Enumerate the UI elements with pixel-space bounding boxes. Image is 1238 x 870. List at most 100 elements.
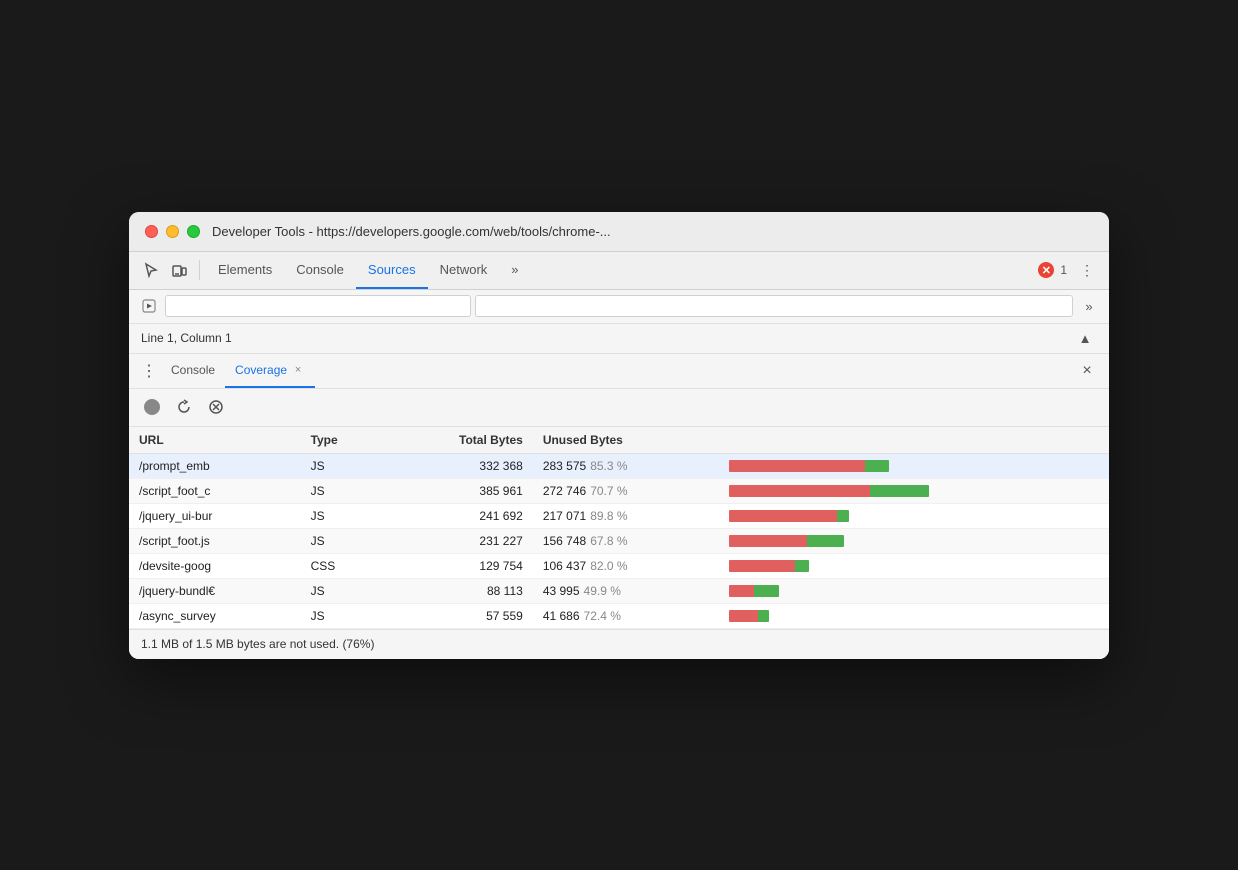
record-icon (144, 399, 160, 415)
table-row[interactable]: /jquery_ui-burJS241 692217 07189.8 % (129, 503, 1109, 528)
cell-unused-bytes: 283 57585.3 % (533, 453, 719, 478)
status-bar: Line 1, Column 1 ▲ (129, 324, 1109, 354)
unused-bar-segment (729, 460, 865, 472)
tab-network[interactable]: Network (428, 251, 500, 289)
used-bar-segment (865, 460, 889, 472)
usage-bar (729, 485, 929, 497)
window-title: Developer Tools - https://developers.goo… (212, 224, 611, 239)
devtools-tab-bar: Elements Console Sources Network » ✕ 1 ⋮ (129, 252, 1109, 290)
tab-more[interactable]: » (499, 251, 530, 289)
close-coverage-tab-button[interactable]: × (291, 363, 305, 377)
table-row[interactable]: /prompt_embJS332 368283 57585.3 % (129, 453, 1109, 478)
unused-bar-segment (729, 610, 758, 622)
devtools-window: Developer Tools - https://developers.goo… (129, 212, 1109, 659)
unused-bar-segment (729, 485, 870, 497)
used-bar-segment (837, 510, 849, 522)
cell-url: /prompt_emb (129, 453, 301, 478)
play-icon (142, 299, 156, 313)
cell-bar (719, 478, 1109, 503)
run-snippet-button[interactable] (137, 294, 161, 318)
cell-total-bytes: 231 227 (384, 528, 533, 553)
cell-type: JS (301, 578, 385, 603)
col-url: URL (129, 427, 301, 454)
cell-unused-bytes: 41 68672.4 % (533, 603, 719, 628)
panel-tab-bar: ⋮ Console Coverage × × (129, 354, 1109, 389)
cell-unused-bytes: 156 74867.8 % (533, 528, 719, 553)
table-row[interactable]: /script_foot.jsJS231 227156 74867.8 % (129, 528, 1109, 553)
usage-bar (729, 585, 929, 597)
cell-url: /jquery_ui-bur (129, 503, 301, 528)
source-search-input[interactable] (165, 295, 471, 317)
cell-bar (719, 578, 1109, 603)
customize-devtools-button[interactable]: ⋮ (1073, 256, 1101, 284)
cell-bar (719, 603, 1109, 628)
start-recording-button[interactable] (139, 394, 165, 420)
more-source-options[interactable]: » (1077, 294, 1101, 318)
cell-url: /jquery-bundl€ (129, 578, 301, 603)
table-body: /prompt_embJS332 368283 57585.3 %/script… (129, 453, 1109, 628)
cell-total-bytes: 385 961 (384, 478, 533, 503)
cell-bar (719, 553, 1109, 578)
tab-separator (199, 260, 200, 280)
error-icon: ✕ (1038, 262, 1054, 278)
cell-total-bytes: 332 368 (384, 453, 533, 478)
clear-button[interactable] (203, 394, 229, 420)
cell-unused-bytes: 43 99549.9 % (533, 578, 719, 603)
tab-coverage[interactable]: Coverage × (225, 353, 315, 388)
usage-bar (729, 460, 929, 472)
close-button[interactable] (145, 225, 158, 238)
error-count: 1 (1060, 263, 1067, 277)
cell-type: CSS (301, 553, 385, 578)
unused-bar-segment (729, 560, 795, 572)
table-header: URL Type Total Bytes Unused Bytes (129, 427, 1109, 454)
cell-unused-bytes: 272 74670.7 % (533, 478, 719, 503)
cell-unused-bytes: 217 07189.8 % (533, 503, 719, 528)
unused-bar-segment (729, 585, 754, 597)
close-panel-button[interactable]: × (1073, 357, 1101, 385)
tab-elements[interactable]: Elements (206, 251, 284, 289)
col-total-bytes: Total Bytes (384, 427, 533, 454)
used-bar-segment (870, 485, 929, 497)
table-row[interactable]: /script_foot_cJS385 961272 74670.7 % (129, 478, 1109, 503)
col-bar (719, 427, 1109, 454)
cell-url: /async_survey (129, 603, 301, 628)
table-row[interactable]: /devsite-googCSS129 754106 43782.0 % (129, 553, 1109, 578)
cursor-icon (143, 262, 159, 278)
inspect-element-button[interactable] (137, 256, 165, 284)
cell-url: /script_foot.js (129, 528, 301, 553)
cell-total-bytes: 57 559 (384, 603, 533, 628)
cell-bar (719, 503, 1109, 528)
table-header-row: URL Type Total Bytes Unused Bytes (129, 427, 1109, 454)
table-row[interactable]: /async_surveyJS57 55941 68672.4 % (129, 603, 1109, 628)
minimize-button[interactable] (166, 225, 179, 238)
used-bar-segment (754, 585, 779, 597)
cell-type: JS (301, 503, 385, 528)
cursor-position: Line 1, Column 1 (141, 331, 232, 345)
cell-type: JS (301, 478, 385, 503)
tab-console-drawer[interactable]: Console (161, 353, 225, 388)
traffic-lights (145, 225, 200, 238)
reload-recording-button[interactable] (171, 394, 197, 420)
device-icon (171, 262, 187, 278)
coverage-footer: 1.1 MB of 1.5 MB bytes are not used. (76… (129, 629, 1109, 659)
usage-bar (729, 610, 929, 622)
title-bar: Developer Tools - https://developers.goo… (129, 212, 1109, 252)
cell-type: JS (301, 528, 385, 553)
cell-unused-bytes: 106 43782.0 % (533, 553, 719, 578)
maximize-button[interactable] (187, 225, 200, 238)
used-bar-segment (758, 610, 769, 622)
panel-tabs-right: × (1073, 357, 1101, 385)
tab-console[interactable]: Console (284, 251, 356, 289)
unused-bar-segment (729, 535, 807, 547)
cell-total-bytes: 88 113 (384, 578, 533, 603)
cell-url: /devsite-goog (129, 553, 301, 578)
table-row[interactable]: /jquery-bundl€JS88 11343 99549.9 % (129, 578, 1109, 603)
used-bar-segment (807, 535, 844, 547)
panel-tab-menu-button[interactable]: ⋮ (137, 359, 161, 383)
toggle-sidebar-button[interactable]: ▲ (1073, 326, 1097, 350)
device-toolbar-button[interactable] (165, 256, 193, 284)
source-filter-input[interactable] (475, 295, 1073, 317)
tab-sources[interactable]: Sources (356, 251, 428, 289)
coverage-table: URL Type Total Bytes Unused Bytes /promp… (129, 427, 1109, 629)
cell-type: JS (301, 453, 385, 478)
